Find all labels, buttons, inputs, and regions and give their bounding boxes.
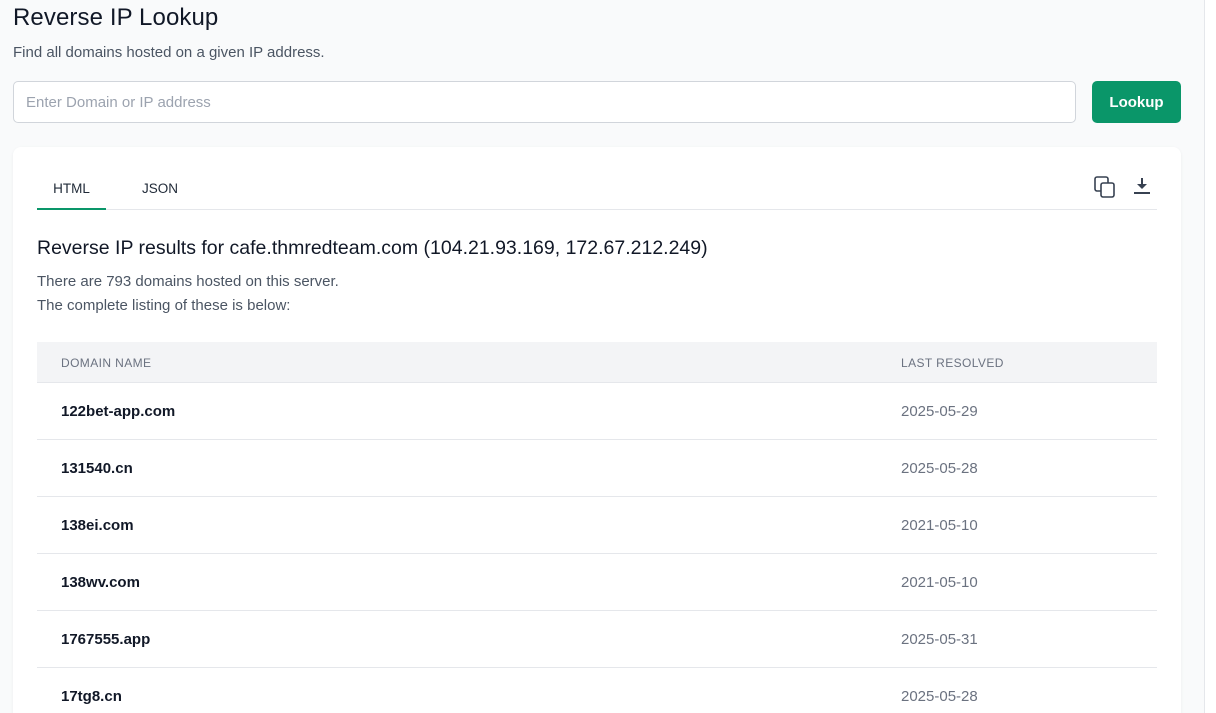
copy-icon[interactable] (1093, 175, 1117, 201)
results-card: HTML JSON Reverse IP results for cafe.th… (13, 147, 1181, 713)
tab-html[interactable]: HTML (37, 171, 106, 210)
domain-cell: 138wv.com (61, 574, 140, 591)
column-header-last-resolved: LAST RESOLVED (901, 356, 1004, 370)
lookup-button[interactable]: Lookup (1092, 81, 1181, 123)
page: Reverse IP Lookup Find all domains hoste… (0, 0, 1204, 713)
domain-cell: 138ei.com (61, 517, 134, 534)
table-row: 122bet-app.com 2025-05-29 (37, 383, 1157, 440)
results-listing-text: The complete listing of these is below: (37, 297, 291, 314)
results-heading: Reverse IP results for cafe.thmredteam.c… (37, 237, 708, 259)
table-header: DOMAIN NAME LAST RESOLVED (37, 342, 1157, 383)
last-resolved-cell: 2025-05-31 (901, 631, 978, 648)
domain-cell: 131540.cn (61, 460, 133, 477)
search-input[interactable] (13, 81, 1076, 123)
last-resolved-cell: 2025-05-29 (901, 403, 978, 420)
tab-bar: HTML JSON (37, 171, 1157, 210)
column-header-domain: DOMAIN NAME (61, 356, 152, 370)
page-title: Reverse IP Lookup (13, 4, 219, 31)
table-row: 138wv.com 2021-05-10 (37, 554, 1157, 611)
last-resolved-cell: 2025-05-28 (901, 460, 978, 477)
tab-json[interactable]: JSON (127, 171, 193, 210)
domains-table: DOMAIN NAME LAST RESOLVED 122bet-app.com… (37, 342, 1157, 713)
download-icon[interactable] (1131, 175, 1153, 199)
results-count-text: There are 793 domains hosted on this ser… (37, 273, 339, 290)
last-resolved-cell: 2021-05-10 (901, 574, 978, 591)
page-scrollbar[interactable] (1204, 0, 1216, 713)
last-resolved-cell: 2021-05-10 (901, 517, 978, 534)
domain-cell: 122bet-app.com (61, 403, 176, 420)
table-row: 17tg8.cn 2025-05-28 (37, 668, 1157, 713)
domain-cell: 1767555.app (61, 631, 151, 648)
domain-cell: 17tg8.cn (61, 688, 122, 705)
table-row: 138ei.com 2021-05-10 (37, 497, 1157, 554)
table-row: 1767555.app 2025-05-31 (37, 611, 1157, 668)
last-resolved-cell: 2025-05-28 (901, 688, 978, 705)
page-subtitle: Find all domains hosted on a given IP ad… (13, 44, 325, 61)
table-row: 131540.cn 2025-05-28 (37, 440, 1157, 497)
